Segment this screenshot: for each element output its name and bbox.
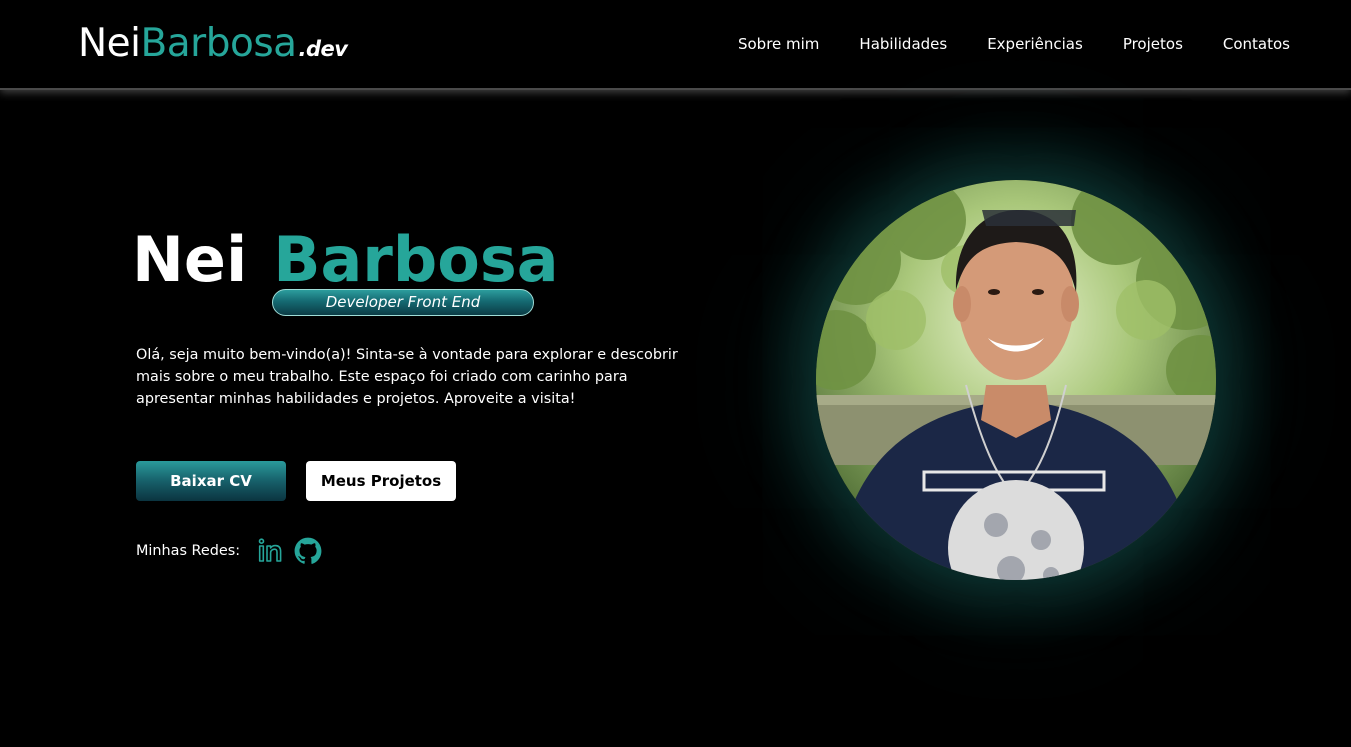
- logo-last: Barbosa: [140, 21, 298, 66]
- main-nav: Sobre mim Habilidades Experiências Proje…: [738, 34, 1290, 54]
- linkedin-icon[interactable]: [256, 537, 284, 565]
- nav-item-sobre-mim[interactable]: Sobre mim: [738, 34, 819, 54]
- hero-name: Nei Barbosa: [132, 222, 559, 298]
- nav-item-experiencias[interactable]: Experiências: [987, 34, 1083, 54]
- page: NeiBarbosa.dev Sobre mim Habilidades Exp…: [0, 0, 1351, 747]
- intro-text: Olá, seja muito bem-vindo(a)! Sinta-se à…: [136, 347, 678, 407]
- socials-label: Minhas Redes:: [136, 543, 241, 559]
- download-cv-button[interactable]: Baixar CV: [136, 461, 286, 501]
- logo-first: Nei: [78, 21, 141, 66]
- social-links: Minhas Redes:: [136, 536, 332, 566]
- nav-item-projetos[interactable]: Projetos: [1123, 34, 1183, 54]
- hero-last-name: Barbosa: [273, 223, 559, 296]
- nav-item-habilidades[interactable]: Habilidades: [859, 34, 947, 54]
- profile-photo: [816, 180, 1216, 580]
- logo-ext: .dev: [298, 37, 348, 61]
- logo[interactable]: NeiBarbosa.dev: [78, 22, 348, 71]
- nav-item-contatos[interactable]: Contatos: [1223, 34, 1290, 54]
- my-projects-button[interactable]: Meus Projetos: [306, 461, 456, 501]
- site-header: NeiBarbosa.dev Sobre mim Habilidades Exp…: [0, 0, 1351, 90]
- role-badge: Developer Front End: [272, 289, 534, 316]
- hero-first-name: Nei: [132, 223, 248, 296]
- github-icon[interactable]: [294, 537, 322, 565]
